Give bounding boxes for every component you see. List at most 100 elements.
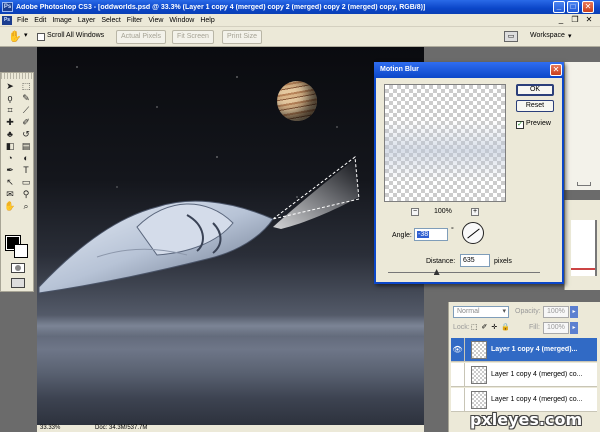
preview-zoom-value: 100%: [434, 208, 452, 215]
hand-icon[interactable]: ✋: [8, 30, 22, 44]
fit-screen-button[interactable]: Fit Screen: [172, 30, 214, 44]
menu-layer[interactable]: Layer: [75, 17, 99, 24]
menu-edit[interactable]: Edit: [31, 17, 49, 24]
stamp-tool[interactable]: ♣: [3, 129, 17, 140]
tool-grid: ➤ ⬚ ϙ ✎ ⌗ ⟋ ✚ ✐ ♣ ↺ ◧ ▤ ◔ ◐ ✒ T ↖ ▭ ✉ ⚲ ✋ ⌕: [1, 79, 33, 214]
tool-preset-caret[interactable]: ▾: [24, 31, 28, 39]
photoshop-logo-icon: Ps: [2, 2, 13, 12]
preview-checkbox[interactable]: ✓: [516, 121, 524, 129]
crop-tool[interactable]: ⌗: [3, 105, 17, 116]
angle-label: Angle:: [392, 232, 412, 239]
actual-pixels-button[interactable]: Actual Pixels: [116, 30, 166, 44]
layer-name: Layer 1 copy 4 (merged) co...: [491, 396, 583, 403]
zoom-out-button[interactable]: −: [411, 208, 419, 216]
dodge-tool[interactable]: ◐: [19, 153, 33, 164]
menu-select[interactable]: Select: [98, 17, 123, 24]
layer-name: Layer 1 copy 4 (merged) co...: [491, 371, 583, 378]
lock-icons[interactable]: ⬚ ✐ ✛ 🔒: [471, 323, 511, 331]
pxleyes-watermark: pxleyes.com: [470, 410, 583, 429]
blur-tool[interactable]: ◔: [3, 153, 17, 164]
path-select-tool[interactable]: ↖: [3, 177, 17, 188]
maximize-button[interactable]: □: [567, 1, 579, 13]
eye-icon[interactable]: 👁: [451, 338, 465, 361]
brush-tool[interactable]: ✐: [19, 117, 33, 128]
blend-mode-select[interactable]: Normal: [453, 306, 509, 318]
quick-mask-icon[interactable]: [11, 263, 25, 273]
layer-thumbnail: [471, 390, 487, 409]
scroll-all-windows-checkbox[interactable]: [37, 33, 45, 41]
zoom-tool[interactable]: ⌕: [19, 201, 33, 212]
lasso-tool[interactable]: ϙ: [3, 93, 17, 104]
menu-window[interactable]: Window: [166, 17, 197, 24]
lock-label: Lock:: [453, 324, 470, 331]
background-color-swatch[interactable]: [14, 244, 28, 258]
fill-input[interactable]: 100%: [543, 322, 569, 334]
zoom-readout[interactable]: 33.33%: [40, 425, 60, 432]
navigator-panel: [564, 62, 600, 190]
shape-tool[interactable]: ▭: [19, 177, 33, 188]
spaceship-artwork: [38, 156, 360, 294]
document-icon[interactable]: Ps: [2, 15, 12, 25]
dialog-title[interactable]: Motion Blur: [374, 62, 564, 78]
visibility-toggle[interactable]: [451, 363, 465, 386]
visibility-toggle[interactable]: [451, 388, 465, 411]
histogram-panel: [564, 200, 600, 290]
reset-button[interactable]: Reset: [516, 100, 554, 112]
workspace-button[interactable]: Workspace: [530, 32, 565, 39]
doc-minimize-button[interactable]: _: [556, 15, 566, 25]
type-tool[interactable]: T: [19, 165, 33, 176]
screen-mode-icon[interactable]: [11, 278, 25, 288]
layer-thumbnail: [471, 340, 487, 359]
angle-dial[interactable]: [462, 222, 484, 244]
hand-tool[interactable]: ✋: [3, 201, 17, 212]
fill-slider-caret[interactable]: ▸: [570, 322, 578, 334]
degree-symbol: °: [451, 227, 454, 234]
distance-input[interactable]: 635: [460, 254, 490, 267]
menu-filter[interactable]: Filter: [124, 17, 146, 24]
healing-tool[interactable]: ✚: [3, 117, 17, 128]
toolbox: ➤ ⬚ ϙ ✎ ⌗ ⟋ ✚ ✐ ♣ ↺ ◧ ▤ ◔ ◐ ✒ T ↖ ▭ ✉ ⚲ ✋ ⌕: [0, 72, 34, 292]
history-brush-tool[interactable]: ↺: [19, 129, 33, 140]
quick-select-tool[interactable]: ✎: [19, 93, 33, 104]
histogram-graph: [571, 220, 597, 276]
close-button[interactable]: ✕: [582, 1, 594, 13]
eraser-tool[interactable]: ◧: [3, 141, 17, 152]
layer-thumbnail: [471, 365, 487, 384]
layer-name: Layer 1 copy 4 (merged)...: [491, 346, 578, 353]
menu-bar: Ps File Edit Image Layer Select Filter V…: [0, 14, 600, 27]
ok-button[interactable]: OK: [516, 84, 554, 96]
print-size-button[interactable]: Print Size: [222, 30, 262, 44]
doc-close-button[interactable]: ✕: [584, 15, 594, 25]
notes-tool[interactable]: ✉: [3, 189, 17, 200]
angle-input[interactable]: -38: [414, 228, 448, 241]
doc-restore-button[interactable]: ❐: [570, 15, 580, 25]
menu-image[interactable]: Image: [49, 17, 74, 24]
options-bar: ✋ ▾ Scroll All Windows Actual Pixels Fit…: [0, 27, 600, 47]
dialog-close-button[interactable]: ✕: [550, 64, 562, 76]
slice-tool[interactable]: ⟋: [19, 105, 33, 116]
minimize-button[interactable]: _: [553, 1, 565, 13]
distance-slider-track[interactable]: [388, 272, 540, 273]
layer-row[interactable]: Layer 1 copy 4 (merged) co...: [451, 388, 597, 412]
document-canvas[interactable]: [37, 47, 424, 425]
marquee-tool[interactable]: ⬚: [19, 81, 33, 92]
menu-view[interactable]: View: [145, 17, 166, 24]
eyedropper-tool[interactable]: ⚲: [19, 189, 33, 200]
window-title: Adobe Photoshop CS3 - [oddworlds.psd @ 3…: [16, 3, 426, 11]
layer-row[interactable]: Layer 1 copy 4 (merged) co...: [451, 363, 597, 387]
layer-row[interactable]: 👁 Layer 1 copy 4 (merged)...: [451, 338, 597, 362]
menu-file[interactable]: File: [14, 17, 31, 24]
zoom-in-button[interactable]: +: [471, 208, 479, 216]
menu-help[interactable]: Help: [197, 17, 217, 24]
opacity-slider-caret[interactable]: ▸: [570, 306, 578, 318]
move-tool[interactable]: ➤: [3, 81, 17, 92]
scroll-all-windows-label: Scroll All Windows: [47, 32, 105, 39]
opacity-input[interactable]: 100%: [543, 306, 569, 318]
pen-tool[interactable]: ✒: [3, 165, 17, 176]
distance-unit: pixels: [494, 258, 512, 265]
workspace-icon[interactable]: ▭: [504, 31, 518, 42]
distance-label: Distance:: [426, 258, 456, 265]
filter-preview[interactable]: [384, 84, 506, 202]
gradient-tool[interactable]: ▤: [19, 141, 33, 152]
workspace-caret[interactable]: ▾: [568, 32, 572, 40]
